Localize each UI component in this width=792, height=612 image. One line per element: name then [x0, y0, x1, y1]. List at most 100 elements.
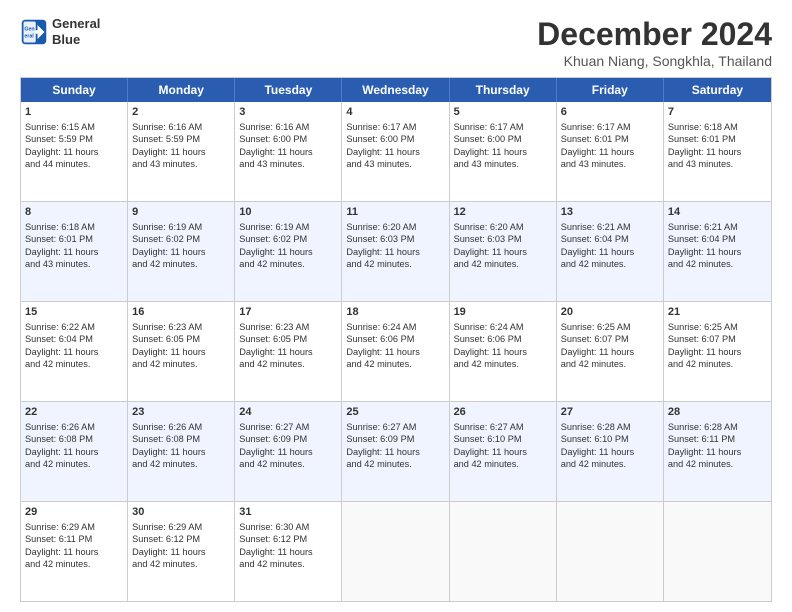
calendar-cell — [557, 502, 664, 601]
day-info-line: Sunset: 6:08 PM — [25, 433, 123, 445]
day-info-line: Sunrise: 6:28 AM — [668, 421, 767, 433]
day-info-line: Sunrise: 6:16 AM — [132, 121, 230, 133]
day-info-line: and 43 minutes. — [132, 158, 230, 170]
day-info-line: Sunrise: 6:18 AM — [668, 121, 767, 133]
day-info-line: and 42 minutes. — [668, 258, 767, 270]
day-info-line: and 42 minutes. — [561, 458, 659, 470]
day-info-line: Daylight: 11 hours — [132, 146, 230, 158]
day-info-line: Sunrise: 6:19 AM — [132, 221, 230, 233]
day-info-line: Sunrise: 6:23 AM — [132, 321, 230, 333]
day-number: 3 — [239, 105, 337, 120]
day-number: 29 — [25, 505, 123, 520]
day-info-line: Daylight: 11 hours — [346, 146, 444, 158]
day-info-line: Daylight: 11 hours — [239, 446, 337, 458]
day-info-line: Daylight: 11 hours — [561, 346, 659, 358]
logo-icon: Gen eral — [20, 18, 48, 46]
day-info-line: Sunrise: 6:20 AM — [346, 221, 444, 233]
day-number: 17 — [239, 305, 337, 320]
calendar-row: 22Sunrise: 6:26 AMSunset: 6:08 PMDayligh… — [21, 401, 771, 501]
day-info-line: and 43 minutes. — [561, 158, 659, 170]
day-number: 19 — [454, 305, 552, 320]
day-number: 25 — [346, 405, 444, 420]
calendar-cell: 31Sunrise: 6:30 AMSunset: 6:12 PMDayligh… — [235, 502, 342, 601]
day-info-line: Daylight: 11 hours — [25, 146, 123, 158]
day-number: 15 — [25, 305, 123, 320]
svg-text:eral: eral — [24, 33, 34, 39]
day-number: 1 — [25, 105, 123, 120]
calendar-cell: 10Sunrise: 6:19 AMSunset: 6:02 PMDayligh… — [235, 202, 342, 301]
day-info-line: and 42 minutes. — [454, 358, 552, 370]
day-info-line: and 42 minutes. — [239, 458, 337, 470]
day-info-line: and 42 minutes. — [454, 458, 552, 470]
day-info-line: Sunset: 6:03 PM — [346, 233, 444, 245]
day-info-line: Daylight: 11 hours — [561, 246, 659, 258]
day-info-line: Sunset: 6:09 PM — [346, 433, 444, 445]
day-info-line: Sunrise: 6:28 AM — [561, 421, 659, 433]
day-info-line: and 42 minutes. — [561, 258, 659, 270]
calendar-cell: 20Sunrise: 6:25 AMSunset: 6:07 PMDayligh… — [557, 302, 664, 401]
day-number: 7 — [668, 105, 767, 120]
day-info-line: Sunrise: 6:30 AM — [239, 521, 337, 533]
day-info-line: Sunset: 6:03 PM — [454, 233, 552, 245]
day-info-line: Daylight: 11 hours — [132, 446, 230, 458]
day-number: 18 — [346, 305, 444, 320]
weekday-header: Monday — [128, 78, 235, 102]
day-number: 13 — [561, 205, 659, 220]
day-info-line: Sunrise: 6:27 AM — [239, 421, 337, 433]
day-info-line: Sunset: 6:05 PM — [132, 333, 230, 345]
calendar-cell: 14Sunrise: 6:21 AMSunset: 6:04 PMDayligh… — [664, 202, 771, 301]
day-info-line: Daylight: 11 hours — [668, 146, 767, 158]
day-info-line: Sunrise: 6:21 AM — [561, 221, 659, 233]
day-info-line: Sunrise: 6:25 AM — [668, 321, 767, 333]
day-info-line: Daylight: 11 hours — [668, 346, 767, 358]
calendar-cell — [664, 502, 771, 601]
page: Gen eral General Blue December 2024 Khua… — [0, 0, 792, 612]
day-info-line: Daylight: 11 hours — [454, 346, 552, 358]
day-info-line: Daylight: 11 hours — [454, 446, 552, 458]
day-info-line: Sunrise: 6:26 AM — [132, 421, 230, 433]
day-info-line: Sunset: 6:06 PM — [454, 333, 552, 345]
day-info-line: Daylight: 11 hours — [239, 246, 337, 258]
day-info-line: Sunset: 6:11 PM — [25, 533, 123, 545]
day-info-line: Daylight: 11 hours — [132, 246, 230, 258]
day-info-line: Sunset: 6:00 PM — [454, 133, 552, 145]
day-info-line: Sunset: 6:01 PM — [25, 233, 123, 245]
day-info-line: and 42 minutes. — [346, 358, 444, 370]
day-info-line: Daylight: 11 hours — [346, 446, 444, 458]
day-info-line: Sunset: 6:06 PM — [346, 333, 444, 345]
day-info-line: and 42 minutes. — [561, 358, 659, 370]
day-info-line: Sunset: 6:10 PM — [561, 433, 659, 445]
logo-text: General Blue — [52, 16, 100, 47]
calendar-cell: 4Sunrise: 6:17 AMSunset: 6:00 PMDaylight… — [342, 102, 449, 201]
calendar-body: 1Sunrise: 6:15 AMSunset: 5:59 PMDaylight… — [21, 102, 771, 601]
calendar-cell: 28Sunrise: 6:28 AMSunset: 6:11 PMDayligh… — [664, 402, 771, 501]
day-info-line: Sunrise: 6:27 AM — [346, 421, 444, 433]
calendar-cell — [450, 502, 557, 601]
calendar-row: 15Sunrise: 6:22 AMSunset: 6:04 PMDayligh… — [21, 301, 771, 401]
calendar-cell: 21Sunrise: 6:25 AMSunset: 6:07 PMDayligh… — [664, 302, 771, 401]
day-info-line: Sunrise: 6:15 AM — [25, 121, 123, 133]
day-info-line: Sunset: 6:01 PM — [668, 133, 767, 145]
day-info-line: Sunrise: 6:17 AM — [561, 121, 659, 133]
day-info-line: Sunset: 6:04 PM — [668, 233, 767, 245]
day-info-line: Sunset: 6:08 PM — [132, 433, 230, 445]
day-info-line: and 42 minutes. — [239, 558, 337, 570]
day-info-line: Sunset: 6:00 PM — [239, 133, 337, 145]
day-number: 11 — [346, 205, 444, 220]
day-info-line: Sunset: 6:04 PM — [561, 233, 659, 245]
day-info-line: Sunset: 6:12 PM — [132, 533, 230, 545]
day-info-line: Sunset: 6:12 PM — [239, 533, 337, 545]
weekday-header: Wednesday — [342, 78, 449, 102]
day-info-line: Sunrise: 6:17 AM — [454, 121, 552, 133]
logo-line2: Blue — [52, 32, 100, 48]
day-info-line: Sunrise: 6:20 AM — [454, 221, 552, 233]
calendar-cell: 15Sunrise: 6:22 AMSunset: 6:04 PMDayligh… — [21, 302, 128, 401]
calendar-cell: 19Sunrise: 6:24 AMSunset: 6:06 PMDayligh… — [450, 302, 557, 401]
svg-text:Gen: Gen — [24, 26, 34, 32]
day-info-line: and 43 minutes. — [25, 258, 123, 270]
day-number: 30 — [132, 505, 230, 520]
day-number: 23 — [132, 405, 230, 420]
day-info-line: Sunset: 6:01 PM — [561, 133, 659, 145]
page-title: December 2024 — [537, 16, 772, 53]
day-number: 21 — [668, 305, 767, 320]
